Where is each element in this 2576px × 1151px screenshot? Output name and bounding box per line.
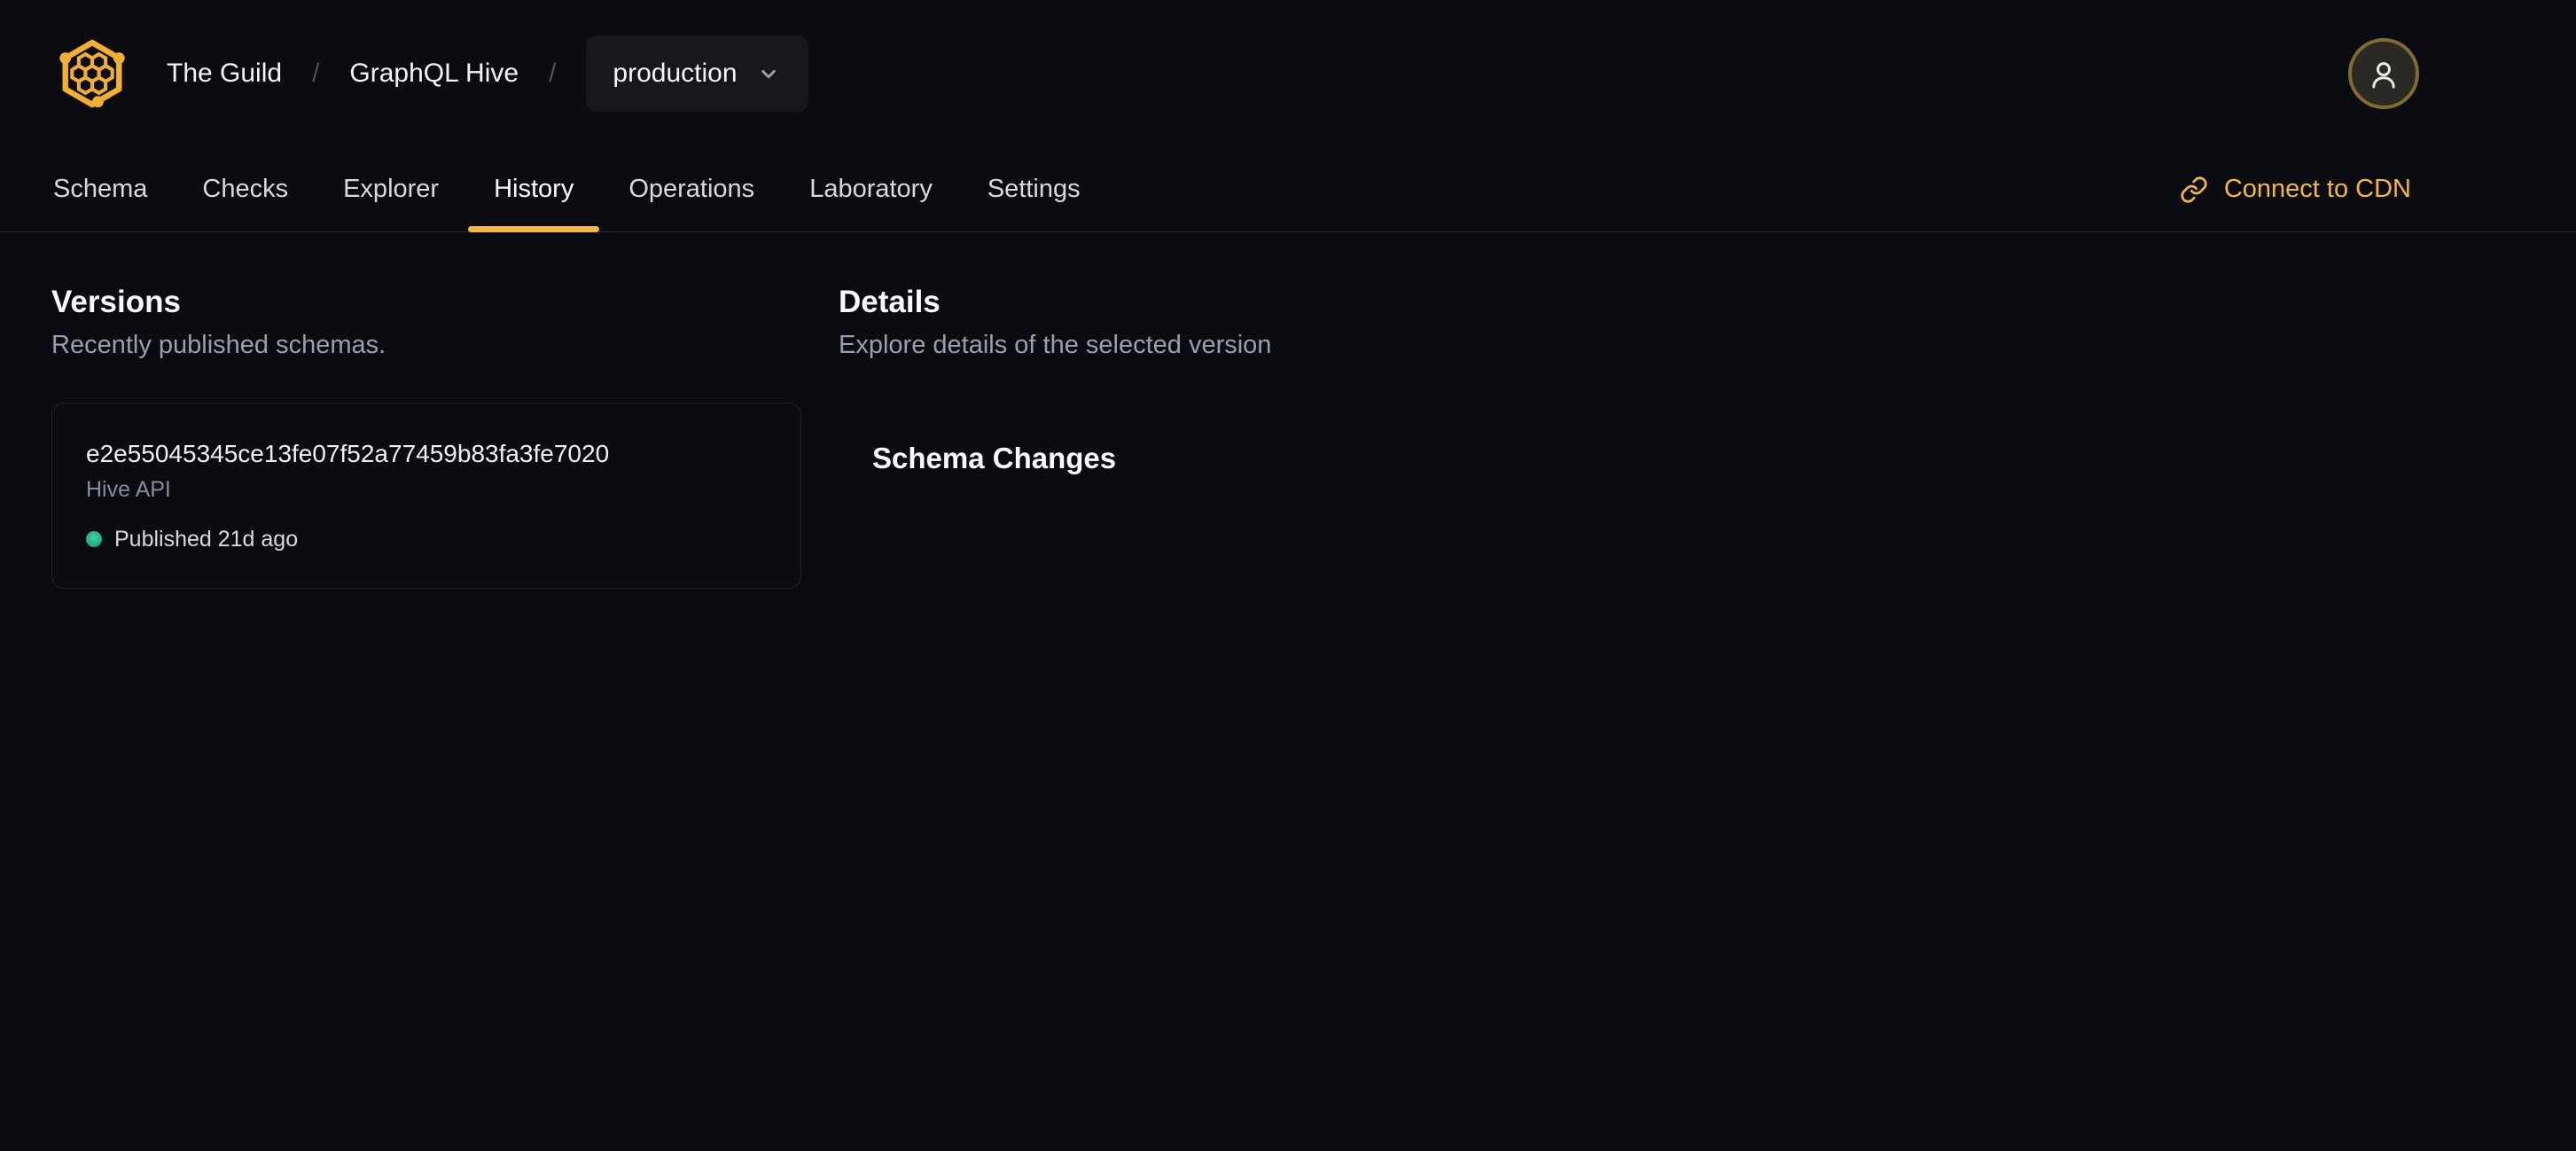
top-header: The Guild / GraphQL Hive / production: [0, 0, 2576, 147]
versions-panel: Versions Recently published schemas. e2e…: [51, 284, 801, 589]
target-nav: Schema Checks Explorer History Operations Lab…: [0, 147, 2576, 232]
version-status: Published 21d ago: [86, 526, 767, 552]
connect-to-cdn-link[interactable]: Connect to CDN: [2180, 147, 2411, 231]
breadcrumb-separator: /: [312, 59, 320, 88]
details-header: Details Explore details of the selected …: [839, 284, 2419, 360]
versions-list: e2e55045345ce13fe07f52a77459b83fa3fe7020…: [51, 403, 801, 589]
details-subtitle: Explore details of the selected version: [839, 331, 1272, 359]
tab-settings[interactable]: Settings: [960, 147, 1108, 231]
tab-history[interactable]: History: [466, 147, 601, 232]
version-hash: e2e55045345ce13fe07f52a77459b83fa3fe7020: [86, 440, 610, 467]
main-content: Versions Recently published schemas. e2e…: [0, 232, 2576, 589]
published-dot-icon: [86, 531, 102, 547]
details-panel: Details Explore details of the selected …: [839, 284, 2419, 518]
breadcrumb-project[interactable]: GraphQL Hive: [349, 59, 519, 89]
details-heading-block: Details Explore details of the selected …: [839, 284, 1271, 360]
tab-operations[interactable]: Operations: [601, 147, 782, 231]
schema-changes-title: Schema Changes: [872, 442, 1117, 474]
details-title: Details: [839, 285, 941, 319]
version-list-item[interactable]: e2e55045345ce13fe07f52a77459b83fa3fe7020…: [65, 416, 788, 576]
link-icon: [2180, 176, 2208, 204]
versions-subtitle: Recently published schemas.: [51, 331, 386, 359]
user-avatar-button[interactable]: [2348, 38, 2419, 109]
connect-to-cdn-label: Connect to CDN: [2223, 175, 2411, 203]
tab-laboratory[interactable]: Laboratory: [782, 147, 960, 231]
versions-title: Versions: [51, 285, 181, 319]
target-selector-dropdown[interactable]: production: [586, 35, 808, 112]
tab-checks[interactable]: Checks: [175, 147, 316, 231]
breadcrumb-org[interactable]: The Guild: [167, 59, 282, 89]
person-icon: [2365, 55, 2402, 92]
nav-tabs: Schema Checks Explorer History Operations Lab…: [26, 147, 1108, 232]
chevron-down-icon: [755, 60, 782, 87]
breadcrumb: The Guild / GraphQL Hive / production: [167, 35, 808, 112]
breadcrumb-separator: /: [549, 59, 557, 88]
version-service: Hive API: [86, 477, 171, 502]
schema-changes: Schema Changes: [872, 442, 2419, 475]
hive-logo-icon[interactable]: [51, 33, 133, 114]
target-selector-value: production: [613, 59, 738, 88]
tab-schema[interactable]: Schema: [26, 147, 175, 231]
tab-explorer[interactable]: Explorer: [316, 147, 466, 231]
version-status-text: Published 21d ago: [114, 527, 299, 552]
